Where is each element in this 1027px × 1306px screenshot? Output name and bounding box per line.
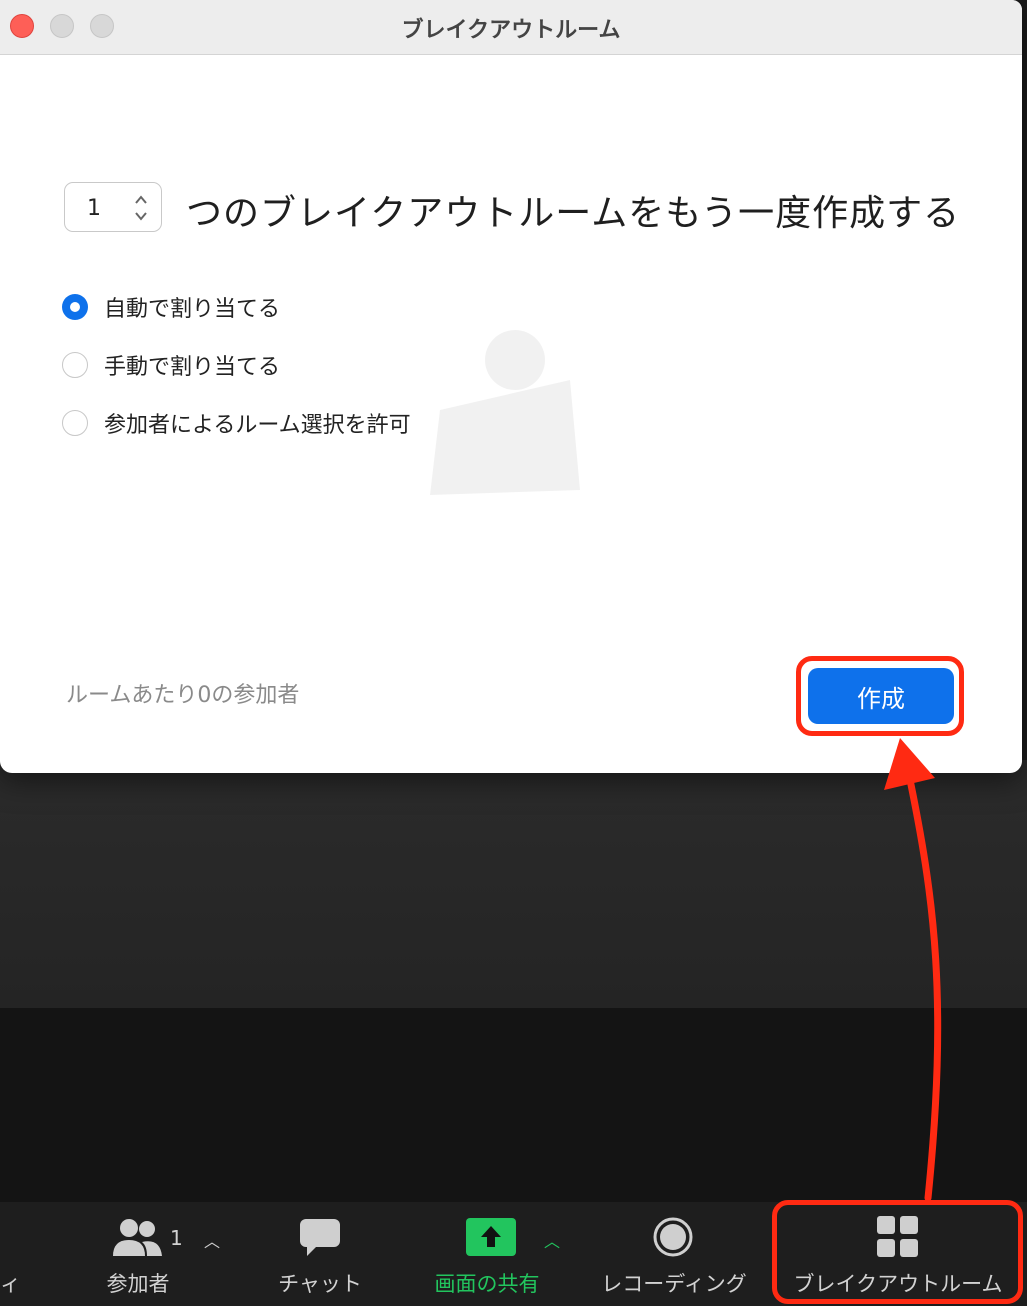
annotation-highlight-create bbox=[796, 656, 964, 736]
chat-icon bbox=[300, 1219, 340, 1256]
radio-self-select[interactable] bbox=[62, 410, 88, 436]
radio-auto-assign[interactable] bbox=[62, 294, 88, 320]
share-screen-button[interactable]: ︿ 画面の共有 bbox=[424, 1204, 564, 1304]
annotation-highlight-breakout bbox=[772, 1200, 1023, 1304]
room-count-stepper[interactable]: 1 bbox=[64, 182, 162, 232]
share-screen-icon bbox=[466, 1218, 516, 1256]
record-button[interactable]: レコーディング bbox=[594, 1204, 754, 1304]
chat-label: チャット bbox=[278, 1272, 362, 1296]
option-self-select[interactable]: 参加者によるルーム選択を許可 bbox=[62, 408, 411, 438]
participants-icon bbox=[113, 1219, 162, 1256]
option-label: 参加者によるルーム選択を許可 bbox=[104, 413, 411, 438]
stepper-arrows-icon[interactable] bbox=[133, 191, 149, 225]
option-label: 手動で割り当てる bbox=[104, 355, 281, 380]
video-area bbox=[0, 1008, 1027, 1204]
meeting-background bbox=[0, 760, 1027, 1010]
participants-button[interactable]: 1 ︿ 参加者 bbox=[96, 1204, 246, 1304]
participants-per-room: ルームあたり0の参加者 bbox=[66, 683, 300, 708]
share-screen-label: 画面の共有 bbox=[434, 1272, 540, 1296]
title-bar: ブレイクアウトルーム bbox=[0, 0, 1022, 55]
participant-count: 1 bbox=[170, 1226, 183, 1250]
toolbar-edge-label: ィ bbox=[0, 1272, 21, 1296]
option-label: 自動で割り当てる bbox=[104, 297, 281, 322]
participants-label: 参加者 bbox=[106, 1272, 170, 1296]
window-title: ブレイクアウトルーム bbox=[401, 18, 621, 43]
participants-caret-icon[interactable]: ︿ bbox=[204, 1228, 220, 1252]
room-count-value: 1 bbox=[87, 196, 101, 221]
radio-manual-assign[interactable] bbox=[62, 352, 88, 378]
option-manual-assign[interactable]: 手動で割り当てる bbox=[62, 350, 280, 380]
chat-button[interactable]: チャット bbox=[260, 1204, 380, 1304]
option-auto-assign[interactable]: 自動で割り当てる bbox=[62, 292, 280, 322]
watermark-icon bbox=[430, 330, 580, 495]
record-icon bbox=[653, 1217, 693, 1257]
create-rooms-headline: つのブレイクアウトルームをもう一度作成する bbox=[186, 193, 961, 234]
record-label: レコーディング bbox=[601, 1272, 747, 1296]
share-caret-icon[interactable]: ︿ bbox=[544, 1228, 560, 1252]
